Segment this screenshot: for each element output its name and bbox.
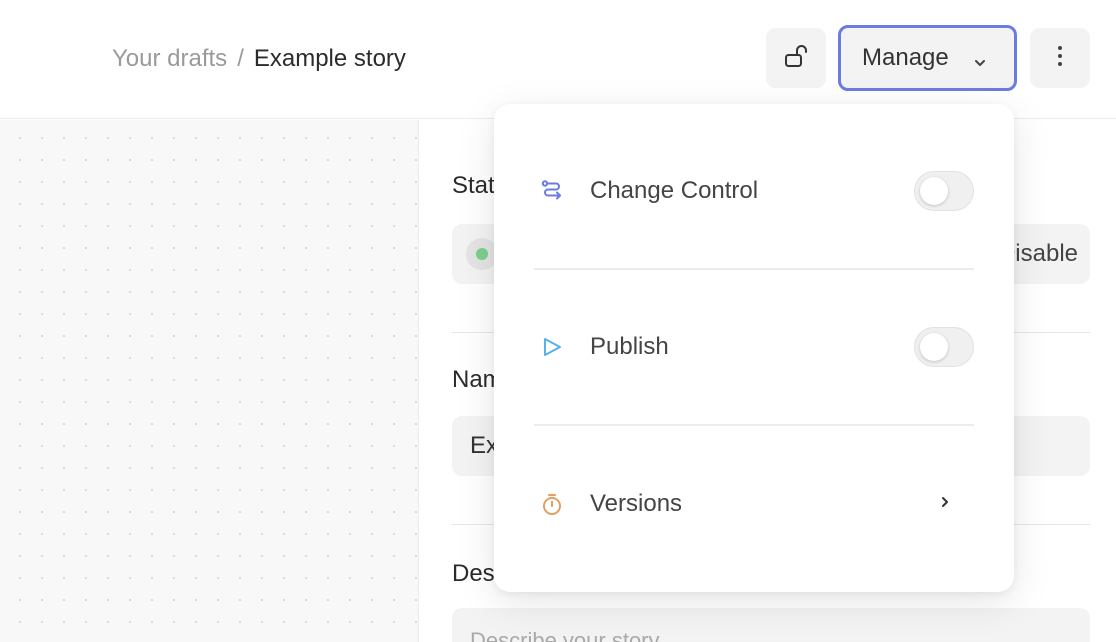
menu-divider: [534, 424, 974, 426]
menu-item-change-control[interactable]: Change Control: [534, 171, 974, 211]
dotted-canvas[interactable]: [0, 120, 419, 642]
change-control-toggle[interactable]: [914, 171, 974, 211]
vertical-dots-icon: [1057, 45, 1063, 72]
description-input[interactable]: Describe your story: [452, 608, 1090, 642]
menu-item-versions[interactable]: Versions: [534, 484, 974, 524]
toggle-knob: [920, 177, 948, 205]
status-dot-icon: [476, 248, 488, 260]
breadcrumb-current: Example story: [253, 45, 406, 72]
more-options-button[interactable]: [1030, 28, 1090, 88]
description-placeholder: Describe your story: [470, 628, 660, 642]
manage-dropdown-menu: Change Control Publish Versions: [494, 104, 1014, 592]
manage-button[interactable]: Manage: [838, 25, 1017, 91]
menu-divider: [534, 268, 974, 270]
breadcrumb-separator: /: [237, 45, 244, 72]
breadcrumb: Your drafts / Example story: [112, 43, 406, 75]
menu-item-publish[interactable]: Publish: [534, 327, 974, 367]
header: Your drafts / Example story Manage: [0, 0, 1116, 119]
breadcrumb-parent-link[interactable]: Your drafts: [112, 45, 227, 73]
menu-item-label: Versions: [590, 490, 683, 517]
play-icon: [540, 335, 564, 359]
menu-item-label: Publish: [590, 333, 669, 360]
lock-button[interactable]: [766, 28, 826, 88]
stopwatch-icon: [540, 492, 564, 516]
chevron-right-icon: [938, 495, 952, 514]
publish-toggle[interactable]: [914, 327, 974, 367]
unlock-icon: [783, 43, 809, 74]
menu-item-label: Change Control: [590, 177, 759, 204]
branch-icon: [540, 179, 564, 203]
toggle-knob: [920, 333, 948, 361]
app-window: Your drafts / Example story Manage Statu…: [0, 0, 1116, 642]
manage-button-label: Manage: [862, 44, 949, 71]
chevron-down-icon: [972, 50, 988, 78]
